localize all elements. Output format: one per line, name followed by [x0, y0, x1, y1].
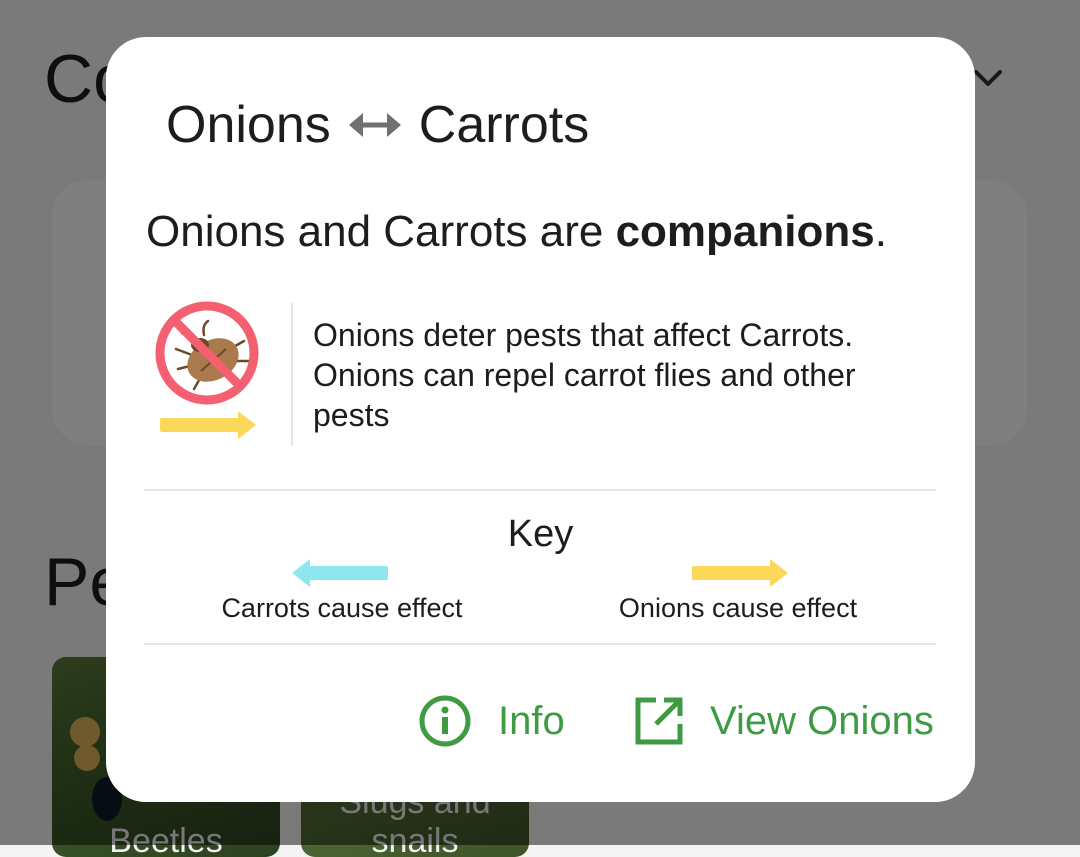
open-in-new-icon: [635, 697, 683, 745]
legend-onions: Onions cause effect: [600, 559, 876, 624]
divider: [144, 489, 936, 491]
info-button[interactable]: Info: [418, 693, 565, 749]
info-icon: [419, 695, 471, 747]
effect-divider: [291, 303, 293, 446]
effect-description: Onions deter pests that affect Carrots. …: [313, 315, 933, 435]
relationship-statement: Onions and Carrots are companions.: [146, 207, 887, 257]
legend-label-right: Onions cause effect: [618, 593, 858, 623]
plant-a-name: Onions: [166, 96, 331, 154]
plant-b-name: Carrots: [418, 96, 590, 154]
legend-carrots: Carrots cause effect: [202, 559, 482, 624]
statement-prefix: Onions and Carrots are: [146, 207, 616, 256]
cyan-left-arrow-icon: [292, 559, 388, 587]
view-plant-button[interactable]: View Onions: [634, 693, 934, 749]
effect-summary: Onions deter pests that affect Carrots.: [313, 317, 854, 353]
dialog-title: Onions Carrots: [166, 95, 589, 155]
effect-detail: Onions can repel carrot flies and other …: [313, 357, 856, 433]
info-label: Info: [498, 698, 565, 743]
pest-deter-icon: [155, 301, 259, 439]
view-label: View Onions: [710, 698, 934, 743]
swap-arrows-icon: [348, 113, 401, 137]
effect-row: Onions deter pests that affect Carrots. …: [146, 299, 936, 449]
statement-suffix: .: [874, 207, 887, 256]
divider: [144, 643, 936, 645]
relationship-type: companions: [615, 207, 875, 256]
key-title: Key: [507, 513, 574, 555]
yellow-right-arrow-icon: [692, 559, 788, 587]
companion-dialog: Onions Carrots Onions and Carrots are co…: [106, 37, 975, 802]
legend-label-left: Carrots cause effect: [221, 593, 463, 623]
